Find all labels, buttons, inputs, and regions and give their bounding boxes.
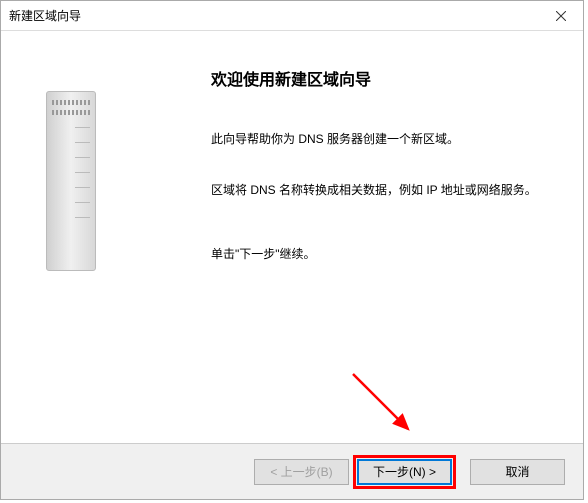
window-title: 新建区域向导: [9, 7, 81, 24]
titlebar: 新建区域向导: [1, 1, 583, 31]
right-panel: 欢迎使用新建区域向导 此向导帮助你为 DNS 服务器创建一个新区域。 区域将 D…: [176, 31, 583, 443]
wizard-text-2: 区域将 DNS 名称转换成相关数据，例如 IP 地址或网络服务。: [211, 181, 553, 200]
server-image: [21, 71, 121, 291]
wizard-text-3: 单击"下一步"继续。: [211, 245, 553, 264]
next-button[interactable]: 下一步(N) >: [357, 459, 452, 485]
footer: < 上一步(B) 下一步(N) > 取消: [1, 443, 583, 499]
close-icon: [556, 11, 566, 21]
wizard-window: 新建区域向导 欢迎使用: [0, 0, 584, 500]
content-area: 欢迎使用新建区域向导 此向导帮助你为 DNS 服务器创建一个新区域。 区域将 D…: [1, 31, 583, 443]
left-panel: [1, 31, 176, 443]
wizard-text-1: 此向导帮助你为 DNS 服务器创建一个新区域。: [211, 130, 553, 149]
wizard-heading: 欢迎使用新建区域向导: [211, 66, 553, 90]
close-button[interactable]: [538, 1, 583, 30]
cancel-button[interactable]: 取消: [470, 459, 565, 485]
back-button: < 上一步(B): [254, 459, 349, 485]
